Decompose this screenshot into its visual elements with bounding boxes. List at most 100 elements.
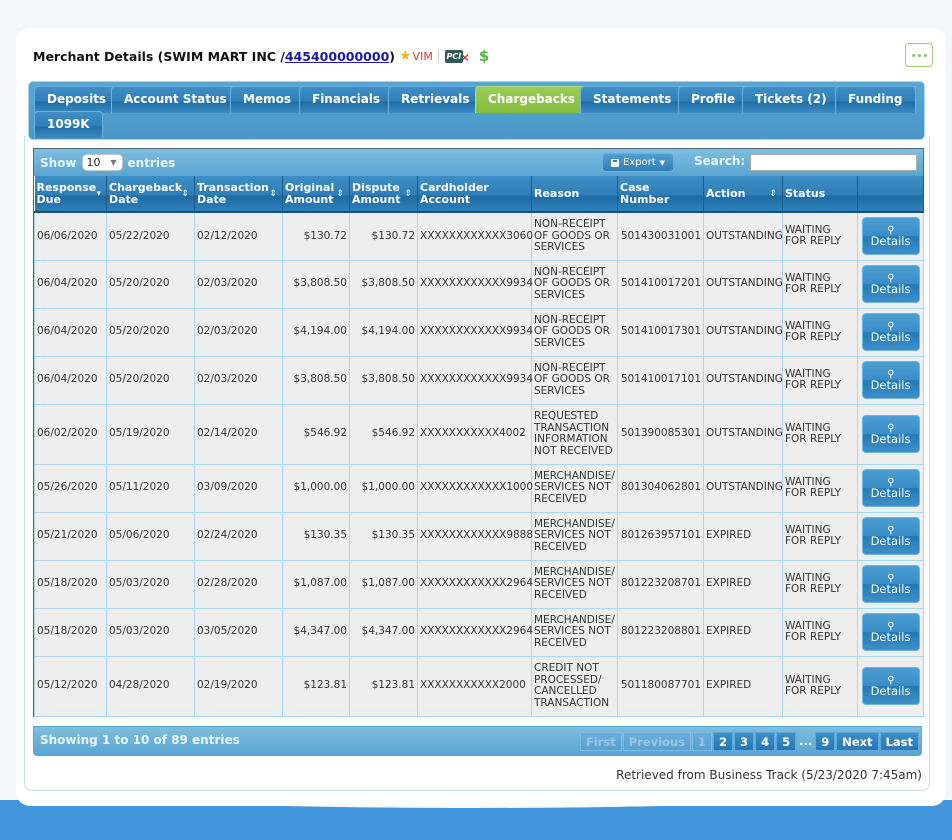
page-button-4[interactable]: 4 — [755, 732, 776, 751]
cell-case-number: 801223208701 — [617, 559, 704, 609]
cell-action: OUTSTANDING — [703, 403, 783, 465]
table-row: 06/02/2020 05/19/2020 02/14/2020 $546.92 $54… — [34, 403, 924, 465]
more-options-button[interactable] — [905, 43, 933, 67]
tab-profile[interactable]: Profile — [678, 86, 749, 113]
details-label: Details — [870, 629, 911, 644]
cell-cardholder-account: XXXXXXXXXXXX9934 — [417, 355, 533, 405]
chargebacks-table-wrapper: Show 10 ▼ entries Export ▼ Search: Respo… — [33, 148, 924, 717]
column-header-response-due[interactable]: Response Due ▾ — [34, 176, 107, 213]
page-length-select[interactable]: 10 ▼ — [81, 154, 123, 171]
tab-1099k[interactable]: 1099K — [34, 111, 103, 138]
page-button-previous: Previous — [622, 732, 692, 751]
cell-action: OUTSTANDING — [703, 355, 783, 405]
tab-financials[interactable]: Financials — [299, 86, 394, 113]
magnifier-icon: ⚲ — [886, 422, 895, 434]
column-header-dispute-amount[interactable]: Dispute Amount ⇕ — [349, 176, 418, 213]
cell-response-due: 06/04/2020 — [34, 355, 107, 405]
details-button[interactable]: ⚲ Details — [861, 565, 920, 603]
cell-dispute-amount: $123.81 — [349, 655, 418, 717]
page-button-3[interactable]: 3 — [734, 732, 755, 751]
cell-reason: CREDIT NOT PROCESSED/ CANCELLED TRANSACT… — [531, 655, 618, 717]
cell-details: ⚲ Details — [857, 655, 924, 717]
cell-dispute-amount: $4,194.00 — [349, 307, 418, 357]
cell-reason: NON-RECEIPT OF GOODS OR SERVICES — [531, 307, 618, 357]
dot — [911, 53, 915, 57]
cell-transaction-date: 02/03/2020 — [194, 355, 283, 405]
save-disk-icon — [610, 158, 619, 167]
details-button[interactable]: ⚲ Details — [861, 217, 920, 256]
sort-icon: ⇕ — [181, 189, 189, 199]
column-header-chargeback-date[interactable]: Chargeback Date ⇕ — [106, 176, 195, 213]
cell-action: EXPIRED — [703, 511, 783, 561]
page-button-last[interactable]: Last — [879, 732, 919, 751]
details-button[interactable]: ⚲ Details — [861, 361, 920, 399]
page-length-value: 10 — [86, 156, 101, 169]
merchant-id-link[interactable]: 445400000000 — [285, 49, 389, 64]
magnifier-icon: ⚲ — [886, 524, 895, 536]
tab-tickets[interactable]: Tickets (2) — [742, 86, 840, 113]
cell-details: ⚲ Details — [857, 307, 924, 357]
search-input[interactable] — [750, 154, 917, 171]
cell-case-number: 501390085301 — [617, 403, 704, 465]
details-button[interactable]: ⚲ Details — [861, 517, 920, 555]
page-button-5[interactable]: 5 — [776, 732, 797, 751]
cell-original-amount: $1,000.00 — [282, 463, 350, 513]
tab-account-status[interactable]: Account Status — [111, 86, 240, 113]
export-button[interactable]: Export ▼ — [602, 153, 674, 172]
cell-case-number: 501410017201 — [617, 259, 704, 309]
cell-status: WAITING FOR REPLY — [782, 355, 858, 405]
details-button[interactable]: ⚲ Details — [861, 313, 920, 351]
details-label: Details — [870, 329, 911, 344]
cell-response-due: 06/02/2020 — [34, 403, 107, 465]
page-button-first: First — [579, 732, 622, 751]
cell-chargeback-date: 05/19/2020 — [106, 403, 195, 465]
column-header-original-amount[interactable]: Original Amount ⇕ — [282, 176, 350, 213]
cell-chargeback-date: 05/20/2020 — [106, 355, 195, 405]
page-button-2[interactable]: 2 — [713, 732, 734, 751]
cell-original-amount: $4,347.00 — [282, 607, 350, 657]
magnifier-icon: ⚲ — [886, 368, 895, 380]
details-button[interactable]: ⚲ Details — [861, 613, 920, 651]
cell-transaction-date: 02/28/2020 — [194, 559, 283, 609]
cell-chargeback-date: 05/11/2020 — [106, 463, 195, 513]
star-badge-icon: ★ — [398, 48, 412, 64]
tab-deposits[interactable]: Deposits — [34, 86, 120, 113]
tab-statements[interactable]: Statements — [580, 86, 685, 113]
column-header-details — [857, 176, 924, 213]
details-button[interactable]: ⚲ Details — [861, 667, 920, 705]
column-header-action[interactable]: Action ⇕ — [703, 176, 783, 213]
cell-dispute-amount: $130.72 — [349, 211, 418, 261]
details-button[interactable]: ⚲ Details — [861, 415, 920, 453]
cell-response-due: 06/04/2020 — [34, 259, 107, 309]
cell-response-due: 05/21/2020 — [34, 511, 107, 561]
magnifier-icon: ⚲ — [886, 320, 895, 332]
tab-funding[interactable]: Funding — [835, 86, 916, 113]
details-button[interactable]: ⚲ Details — [861, 469, 920, 507]
table-row: 06/04/2020 05/20/2020 02/03/2020 $3,808.50 $… — [34, 355, 924, 405]
cell-transaction-date: 02/03/2020 — [194, 259, 283, 309]
cell-transaction-date: 02/12/2020 — [194, 211, 283, 261]
page-button-9[interactable]: 9 — [815, 732, 836, 751]
tab-memos[interactable]: Memos — [230, 86, 304, 113]
cell-status: WAITING FOR REPLY — [782, 211, 858, 261]
cell-chargeback-date: 04/28/2020 — [106, 655, 195, 717]
table-footer: Showing 1 to 10 of 89 entries First Previ… — [33, 726, 922, 756]
details-button[interactable]: ⚲ Details — [861, 265, 920, 303]
entries-label: entries — [127, 155, 176, 170]
cell-cardholder-account: XXXXXXXXXXXX1000 — [417, 463, 533, 513]
cell-dispute-amount: $546.92 — [349, 403, 418, 465]
column-header-transaction-date[interactable]: Transaction Date ⇕ — [194, 176, 283, 213]
magnifier-icon: ⚲ — [886, 225, 895, 236]
cell-original-amount: $130.35 — [282, 511, 350, 561]
cell-action: OUTSTANDING — [703, 259, 783, 309]
tab-retrievals[interactable]: Retrievals — [388, 86, 483, 113]
cell-reason: MERCHANDISE/ SERVICES NOT RECEIVED — [531, 463, 618, 513]
details-label: Details — [870, 485, 911, 500]
cell-reason: NON-RECEIPT OF GOODS OR SERVICES — [531, 211, 618, 261]
tab-chargebacks[interactable]: Chargebacks — [475, 86, 589, 113]
page-button-next[interactable]: Next — [836, 732, 879, 751]
cell-original-amount: $3,808.50 — [282, 355, 350, 405]
table-toolbar: Show 10 ▼ entries Export ▼ Search: — [34, 149, 923, 176]
cell-case-number: 501410017301 — [617, 307, 704, 357]
cell-dispute-amount: $1,000.00 — [349, 463, 418, 513]
